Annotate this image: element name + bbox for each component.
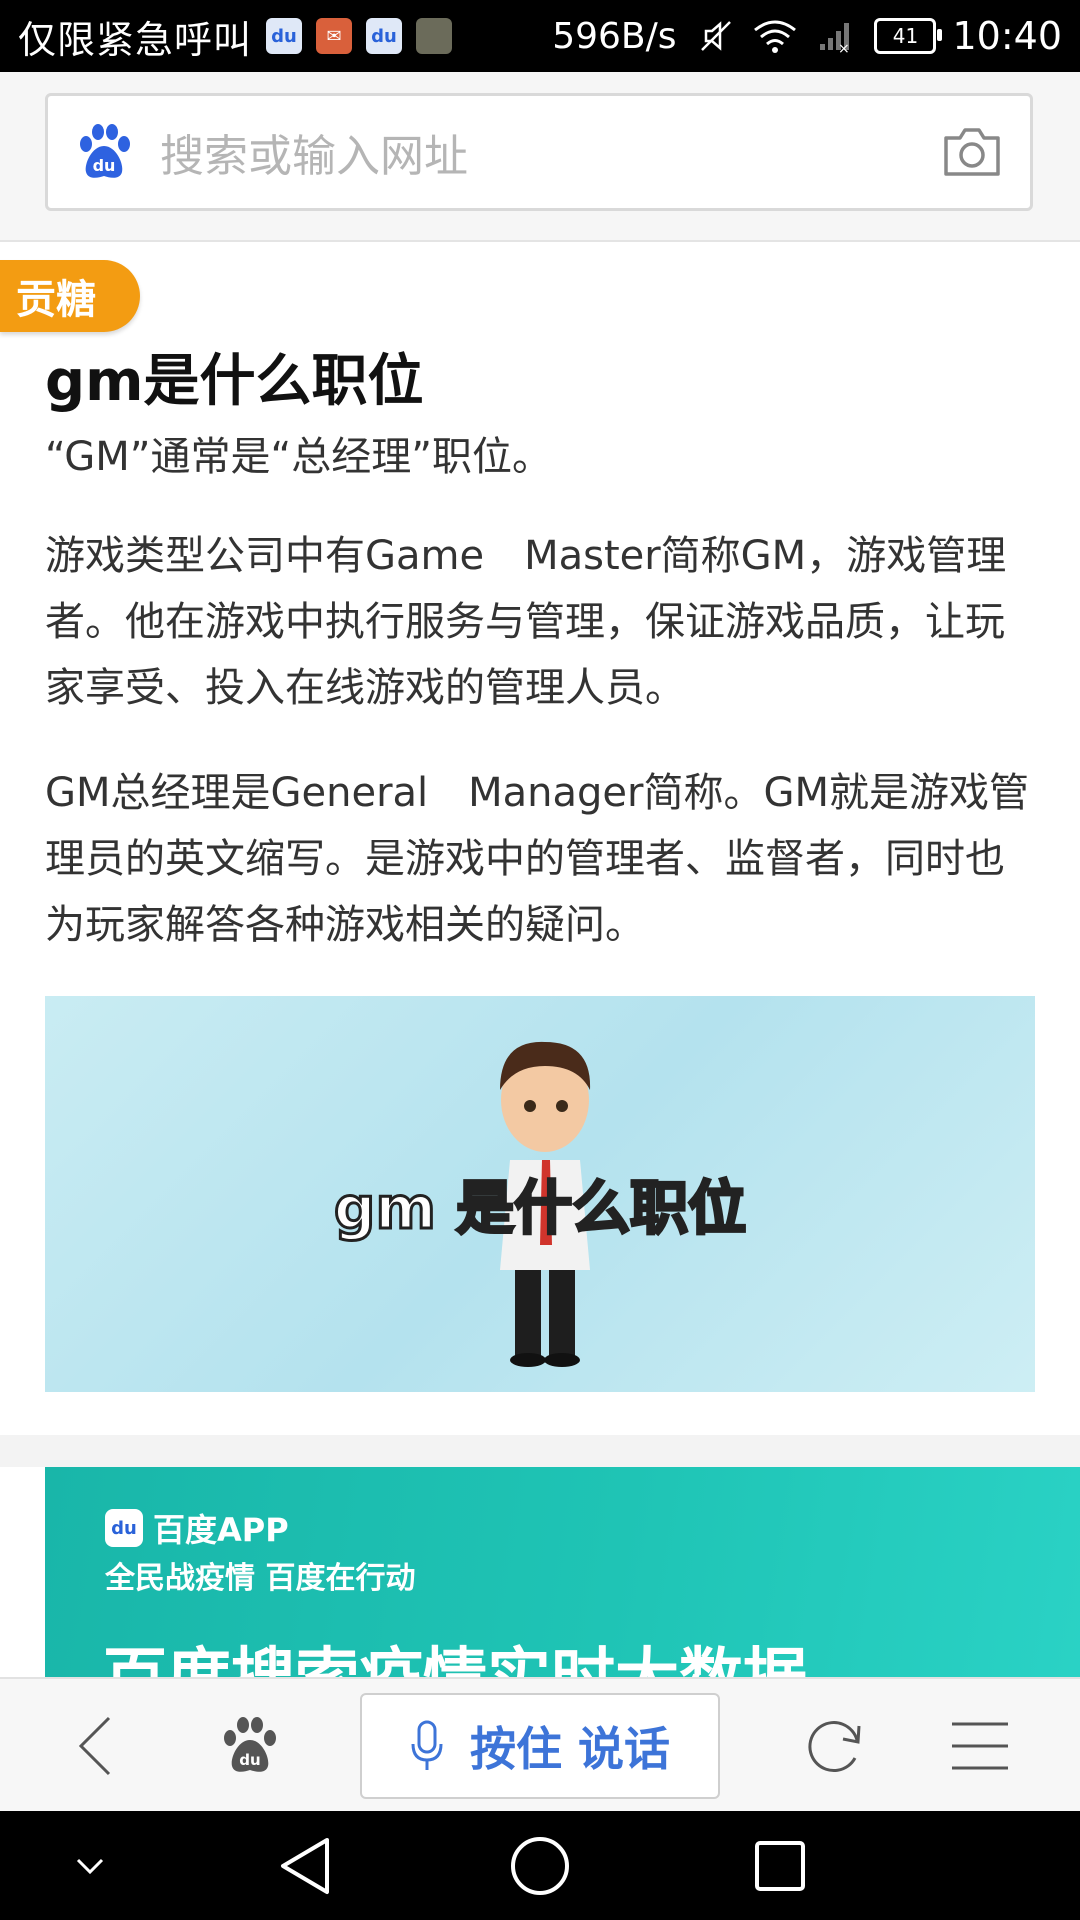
refresh-button[interactable]	[790, 1679, 880, 1813]
microphone-icon	[411, 1720, 443, 1770]
voice-search-button[interactable]: 按住 说话	[360, 1693, 720, 1799]
baidu-notification-icon: du	[266, 18, 303, 54]
baidu-paw-icon: du	[224, 1717, 276, 1772]
status-bar: 仅限紧急呼叫 du ✉ du 596B/s × 41 10:40	[0, 0, 1080, 72]
battery-level: 41	[892, 24, 919, 48]
bottom-toolbar: du 按住 说话	[0, 1677, 1080, 1813]
triangle-back-icon	[281, 1837, 329, 1894]
square-recents-icon	[755, 1840, 805, 1891]
search-header: du 搜索或输入网址	[0, 72, 1080, 242]
mute-icon	[698, 18, 734, 54]
video-thumbnail[interactable]: gm 是什么职位	[45, 996, 1035, 1392]
source-badge: 贡糖	[0, 260, 140, 332]
battery-icon: 41	[874, 18, 943, 54]
photo-notification-icon	[416, 18, 453, 54]
banner-headline: 百度搜索疫情实时大数据	[103, 1627, 807, 1677]
svg-text:×: ×	[838, 41, 850, 54]
carrier-text: 仅限紧急呼叫	[18, 17, 253, 62]
article-paragraph: GM总经理是General Manager简称。GM就是游戏管理员的英文缩写。是…	[45, 770, 1029, 948]
hide-nav-button[interactable]	[60, 1811, 120, 1920]
article-title[interactable]: gm是什么职位	[45, 336, 423, 417]
net-speed: 596B/s	[552, 15, 677, 57]
video-caption: gm 是什么职位	[332, 1173, 747, 1244]
banner-slogan: 全民战疫情 百度在行动	[105, 1561, 416, 1596]
system-recents-button[interactable]	[740, 1811, 820, 1920]
promo-banner[interactable]: du 百度APP 全民战疫情 百度在行动 百度搜索疫情实时大数据	[45, 1467, 1080, 1677]
chevron-left-icon	[78, 1716, 111, 1776]
search-placeholder: 搜索或输入网址	[160, 131, 468, 182]
svg-text:du: du	[239, 1751, 260, 1769]
refresh-icon	[808, 1721, 861, 1772]
back-button[interactable]	[50, 1679, 140, 1813]
chevron-down-icon	[76, 1858, 104, 1874]
camera-icon[interactable]	[940, 124, 1004, 180]
wifi-icon	[752, 18, 798, 54]
article-paragraph: 游戏类型公司中有Game Master简称GM，游戏管理者。他在游戏中执行服务与…	[45, 533, 1007, 711]
menu-button[interactable]	[935, 1679, 1025, 1813]
system-home-button[interactable]	[500, 1811, 580, 1920]
search-input[interactable]: du 搜索或输入网址	[45, 93, 1033, 211]
section-divider	[0, 1435, 1080, 1467]
system-navigation-bar	[0, 1811, 1080, 1920]
circle-home-icon	[511, 1836, 569, 1895]
baidu-home-button[interactable]: du	[200, 1679, 300, 1813]
signal-icon: ×	[816, 18, 856, 54]
clock: 10:40	[952, 14, 1062, 58]
svg-text:du: du	[93, 156, 116, 175]
baidu-app-icon: du	[105, 1509, 143, 1547]
voice-search-label: 按住 说话	[469, 1722, 670, 1776]
mail-notification-icon: ✉	[316, 18, 353, 54]
hamburger-menu-icon	[952, 1722, 1008, 1770]
baidu-notification-icon: du	[366, 18, 403, 54]
system-back-button[interactable]	[265, 1811, 345, 1920]
article-summary: “GM”通常是“总经理”职位。	[45, 434, 552, 480]
banner-app-name: 百度APP	[153, 1511, 289, 1549]
baidu-paw-icon: du	[80, 124, 130, 178]
banner-app-label: du 百度APP	[105, 1505, 289, 1551]
